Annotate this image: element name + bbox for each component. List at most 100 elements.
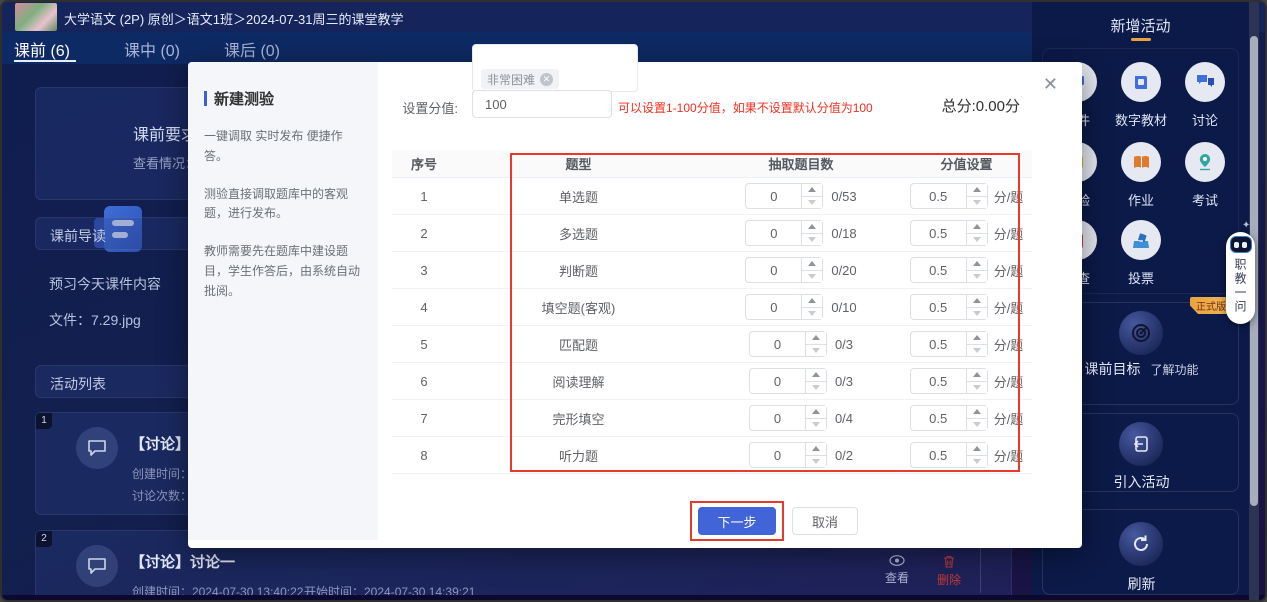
score-spinner[interactable] [910, 331, 988, 357]
tab-after-class[interactable]: 课后 (0) [224, 37, 280, 61]
score-per-input[interactable] [910, 257, 966, 283]
increment-button[interactable] [967, 369, 987, 382]
increment-button[interactable] [967, 332, 987, 345]
count-input[interactable] [749, 405, 805, 431]
sidebar-item-exam[interactable]: 考试 [1173, 142, 1237, 209]
count-spinner[interactable] [749, 368, 827, 394]
count-spinner[interactable] [745, 257, 823, 283]
increment-button[interactable] [806, 332, 826, 345]
increment-button[interactable] [806, 406, 826, 419]
decrement-button[interactable] [806, 382, 826, 394]
decrement-button[interactable] [806, 419, 826, 431]
close-icon[interactable]: ✕ [1043, 74, 1058, 95]
delete-button[interactable]: 删除 [937, 555, 961, 588]
count-input[interactable] [745, 220, 801, 246]
goal-target-icon[interactable] [1119, 311, 1163, 355]
cancel-button[interactable]: 取消 [792, 507, 858, 535]
score-hint-text: 可以设置1-100分值，如果不设置默认分值为100 [618, 99, 873, 116]
score-spinner[interactable] [910, 405, 988, 431]
increment-button[interactable] [802, 295, 822, 308]
increment-button[interactable] [802, 184, 822, 197]
increment-button[interactable] [806, 443, 826, 456]
tab-during-class[interactable]: 课中 (0) [124, 37, 180, 61]
score-spinner[interactable] [910, 183, 988, 209]
count-spinner[interactable] [749, 405, 827, 431]
count-input[interactable] [745, 183, 801, 209]
count-spinner[interactable] [745, 220, 823, 246]
course-cover-image [15, 3, 57, 31]
difficulty-tag-box[interactable]: 非常困难 ✕ [472, 44, 638, 92]
score-spinner[interactable] [910, 220, 988, 246]
score-spinner[interactable] [910, 257, 988, 283]
decrement-button[interactable] [802, 271, 822, 283]
score-per-input[interactable] [910, 183, 966, 209]
score-input[interactable] [472, 90, 612, 118]
count-input[interactable] [745, 257, 801, 283]
trash-icon [943, 555, 955, 568]
table-row: 8 听力题 0/2 分/题 [392, 437, 1032, 474]
per-question-label: 分/题 [994, 409, 1024, 428]
increment-button[interactable] [967, 443, 987, 456]
increment-button[interactable] [967, 221, 987, 234]
increment-button[interactable] [802, 258, 822, 271]
available-count: 0/53 [831, 189, 856, 204]
decrement-button[interactable] [967, 197, 987, 209]
decrement-button[interactable] [806, 345, 826, 357]
score-per-input[interactable] [910, 220, 966, 246]
score-spinner[interactable] [910, 442, 988, 468]
per-question-label: 分/题 [994, 335, 1024, 354]
score-spinner[interactable] [910, 368, 988, 394]
count-input[interactable] [749, 331, 805, 357]
goal-label[interactable]: 课前目标 [1084, 359, 1140, 379]
count-input[interactable] [745, 294, 801, 320]
tab-before-class[interactable]: 课前 (6) [14, 37, 70, 61]
score-per-input[interactable] [910, 405, 966, 431]
score-per-input[interactable] [910, 368, 966, 394]
sidebar-item-digital-textbook[interactable]: 数字教材 [1109, 62, 1173, 129]
decrement-button[interactable] [967, 345, 987, 357]
increment-button[interactable] [802, 221, 822, 234]
score-per-input[interactable] [910, 442, 966, 468]
per-question-label: 分/题 [994, 372, 1024, 391]
decrement-button[interactable] [806, 456, 826, 468]
activity-title[interactable]: 【讨论】讨论一 [130, 551, 235, 572]
digital-textbook-icon [1121, 62, 1161, 102]
table-row: 7 完形填空 0/4 分/题 [392, 400, 1032, 437]
increment-button[interactable] [967, 406, 987, 419]
per-question-label: 分/题 [994, 298, 1024, 317]
count-spinner[interactable] [745, 183, 823, 209]
decrement-button[interactable] [967, 382, 987, 394]
tag-remove-icon[interactable]: ✕ [540, 73, 553, 86]
activity-list-header: 活动列表 [50, 374, 106, 394]
increment-button[interactable] [967, 184, 987, 197]
count-spinner[interactable] [745, 294, 823, 320]
increment-button[interactable] [967, 295, 987, 308]
score-per-input[interactable] [910, 331, 966, 357]
import-activity-icon [1119, 422, 1163, 466]
decrement-button[interactable] [802, 197, 822, 209]
discussion-icon [76, 545, 118, 587]
increment-button[interactable] [806, 369, 826, 382]
count-spinner[interactable] [749, 331, 827, 357]
count-spinner[interactable] [749, 442, 827, 468]
increment-button[interactable] [967, 258, 987, 271]
decrement-button[interactable] [802, 234, 822, 246]
count-input[interactable] [749, 368, 805, 394]
sidebar-item-homework[interactable]: 作业 [1109, 142, 1173, 209]
score-per-input[interactable] [910, 294, 966, 320]
decrement-button[interactable] [967, 271, 987, 283]
decrement-button[interactable] [802, 308, 822, 320]
sidebar-item-vote[interactable]: 投票 [1109, 220, 1173, 287]
sidebar-item-discussion[interactable]: 讨论 [1173, 62, 1237, 129]
decrement-button[interactable] [967, 419, 987, 431]
assistant-widget[interactable]: 职教一问 [1226, 232, 1255, 324]
available-count: 0/2 [835, 448, 853, 463]
decrement-button[interactable] [967, 456, 987, 468]
next-step-button[interactable]: 下一步 [698, 507, 776, 535]
learn-more-link[interactable]: 了解功能 [1150, 361, 1198, 378]
view-button[interactable]: 查看 [885, 555, 909, 588]
count-input[interactable] [749, 442, 805, 468]
score-spinner[interactable] [910, 294, 988, 320]
decrement-button[interactable] [967, 308, 987, 320]
decrement-button[interactable] [967, 234, 987, 246]
